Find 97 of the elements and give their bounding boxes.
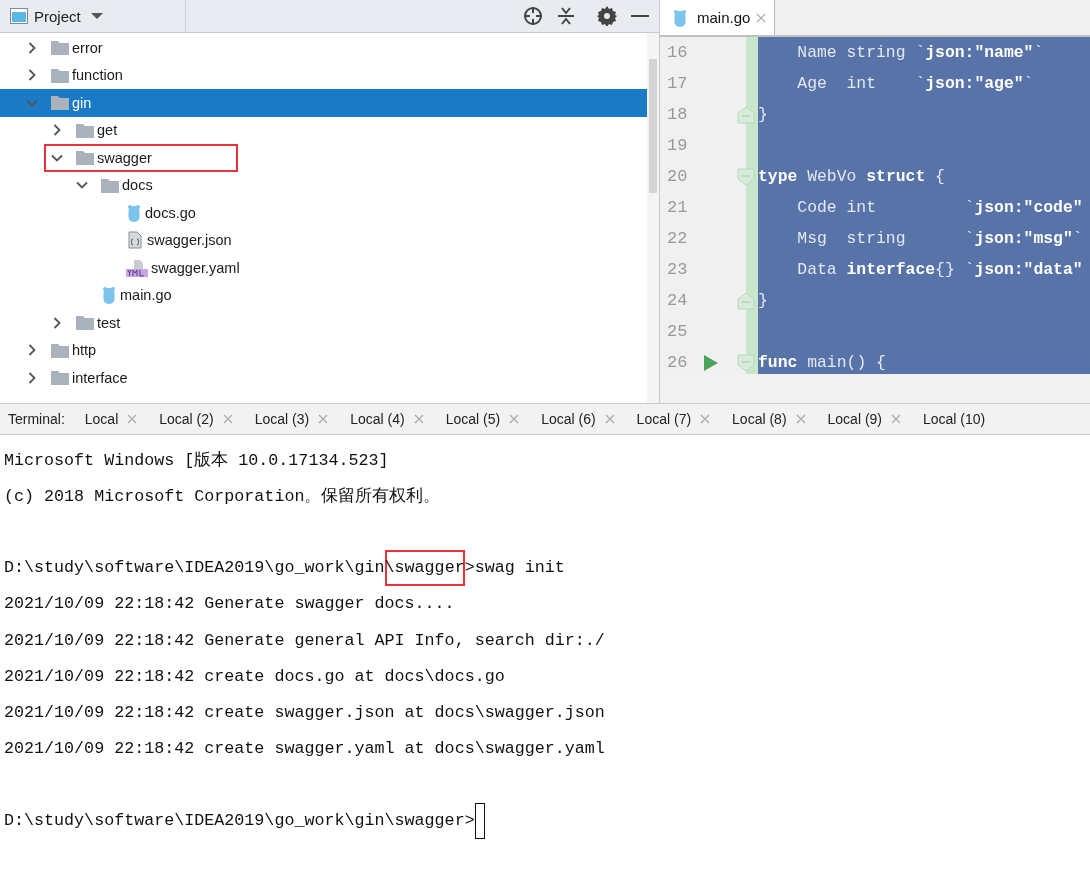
window-icon — [10, 8, 28, 24]
tree-item[interactable]: get — [97, 122, 118, 139]
chevron-right-icon[interactable] — [26, 41, 38, 54]
folder-icon — [101, 177, 119, 193]
code-line: Age int `json:"age"` — [796, 74, 1034, 93]
code-line: func main() { — [757, 353, 886, 372]
dropdown-caret-icon[interactable] — [90, 12, 103, 20]
line-number: 22 — [666, 229, 689, 248]
tree-item[interactable]: interface — [72, 369, 128, 386]
terminal-line: Microsoft Windows [版本 10.0.17134.523] — [4, 449, 389, 472]
tree-item[interactable]: swagger — [97, 149, 152, 166]
line-number: 16 — [666, 43, 689, 62]
code-line: Name string `json:"name"` — [796, 43, 1044, 62]
close-icon[interactable] — [222, 414, 233, 424]
run-icon[interactable] — [704, 354, 718, 371]
terminal-tab[interactable]: Local (7) — [636, 404, 711, 434]
tree-item[interactable]: function — [72, 67, 123, 84]
tree-item[interactable]: error — [72, 39, 103, 56]
close-icon[interactable] — [604, 414, 615, 424]
close-icon[interactable] — [413, 414, 424, 424]
terminal-tab[interactable]: Local (2) — [159, 404, 233, 434]
tree-item[interactable]: http — [72, 342, 97, 359]
code-line: } — [757, 291, 768, 310]
collapse-icon[interactable] — [557, 6, 575, 26]
chevron-right-icon[interactable] — [26, 371, 38, 384]
terminal-tab[interactable]: Local (4) — [350, 404, 424, 434]
tree-item[interactable]: test — [97, 314, 121, 331]
close-icon[interactable] — [700, 414, 711, 424]
terminal-prompt: D:\study\software\IDEA2019\go_work\gin\swagger> — [4, 810, 475, 833]
terminal-line: 2021/10/09 22:18:42 Generate swagger docs.... — [4, 593, 455, 616]
folder-icon — [51, 67, 69, 83]
minimize-icon[interactable] — [631, 14, 649, 18]
close-icon[interactable] — [127, 414, 138, 424]
terminal-line: 2021/10/09 22:18:42 create swagger.json at docs\swagger.json — [4, 701, 605, 724]
fold-icon[interactable] — [737, 105, 755, 124]
panel-title[interactable]: Project — [34, 7, 81, 25]
terminal-line: 2021/10/09 22:18:42 create swagger.yaml at docs\swagger.yaml — [4, 738, 605, 761]
terminal-tab[interactable]: Local (8) — [732, 404, 806, 434]
terminal-tab[interactable]: Local (3) — [254, 404, 329, 434]
close-icon[interactable] — [318, 414, 329, 424]
line-number: 25 — [666, 322, 689, 341]
terminal-line: 2021/10/09 22:18:42 create docs.go at docs\docs.go — [4, 665, 505, 688]
settings-icon[interactable] — [597, 6, 617, 26]
close-icon[interactable] — [756, 12, 767, 23]
tree-item[interactable]: swagger.yaml — [151, 259, 240, 276]
terminal-line: (c) 2018 Microsoft Corporation。保留所有权利。 — [4, 485, 441, 508]
terminal-tab[interactable]: Local (5) — [445, 404, 520, 434]
go-file-icon — [126, 203, 142, 222]
terminal-tab[interactable]: Local — [84, 404, 138, 434]
line-number: 17 — [666, 74, 689, 93]
go-file-icon — [672, 8, 688, 27]
tree-item[interactable]: gin — [72, 94, 92, 111]
terminal-line: 2021/10/09 22:18:42 Generate general API Info, search dir:./ — [4, 629, 605, 652]
folder-icon — [76, 150, 94, 166]
folder-icon — [51, 40, 69, 56]
terminal-tab[interactable]: Local (9) — [827, 404, 901, 434]
fold-icon[interactable] — [737, 167, 755, 186]
json-file-icon — [126, 231, 144, 250]
terminal-tab[interactable]: Local (10) — [923, 404, 986, 434]
line-number: 26 — [666, 353, 689, 372]
line-number: 18 — [666, 105, 689, 124]
chevron-right-icon[interactable] — [26, 344, 38, 357]
code-line: Data interface{} `json:"data" — [796, 260, 1083, 279]
folder-icon — [76, 122, 94, 138]
tree-item[interactable]: main.go — [120, 287, 172, 304]
scrollbar-thumb[interactable] — [649, 59, 657, 193]
tree-item[interactable]: swagger.json — [147, 232, 232, 249]
tree-item[interactable]: docs.go — [145, 204, 196, 221]
line-number: 21 — [666, 198, 689, 217]
chevron-right-icon[interactable] — [26, 69, 38, 82]
folder-icon — [76, 315, 94, 331]
folder-icon — [51, 95, 69, 111]
line-number: 20 — [666, 167, 689, 186]
chevron-right-icon[interactable] — [51, 316, 63, 329]
folder-icon — [51, 342, 69, 358]
crosshair-icon[interactable] — [523, 6, 543, 26]
line-number: 23 — [666, 260, 689, 279]
fold-icon[interactable] — [737, 291, 755, 310]
editor-tab[interactable]: main.go — [660, 0, 776, 35]
terminal-tab[interactable]: Local (6) — [541, 404, 615, 434]
tree-item[interactable]: docs — [122, 177, 153, 194]
chevron-right-icon[interactable] — [51, 124, 63, 137]
folder-icon — [51, 370, 69, 386]
close-icon[interactable] — [509, 414, 520, 424]
yaml-file-icon — [126, 258, 148, 277]
code-line: } — [757, 105, 768, 124]
text-cursor — [474, 802, 485, 840]
close-icon[interactable] — [891, 414, 901, 424]
close-icon[interactable] — [795, 414, 806, 424]
line-number: 24 — [666, 291, 689, 310]
code-line: Code int `json:"code" — [796, 198, 1083, 217]
terminal-title: Terminal: — [7, 411, 66, 427]
fold-icon[interactable] — [737, 353, 755, 372]
go-file-icon — [101, 286, 117, 305]
code-line: type WebVo struct { — [757, 167, 945, 186]
line-number: 19 — [666, 136, 689, 155]
code-line: Msg string `json:"msg"` — [796, 229, 1083, 248]
